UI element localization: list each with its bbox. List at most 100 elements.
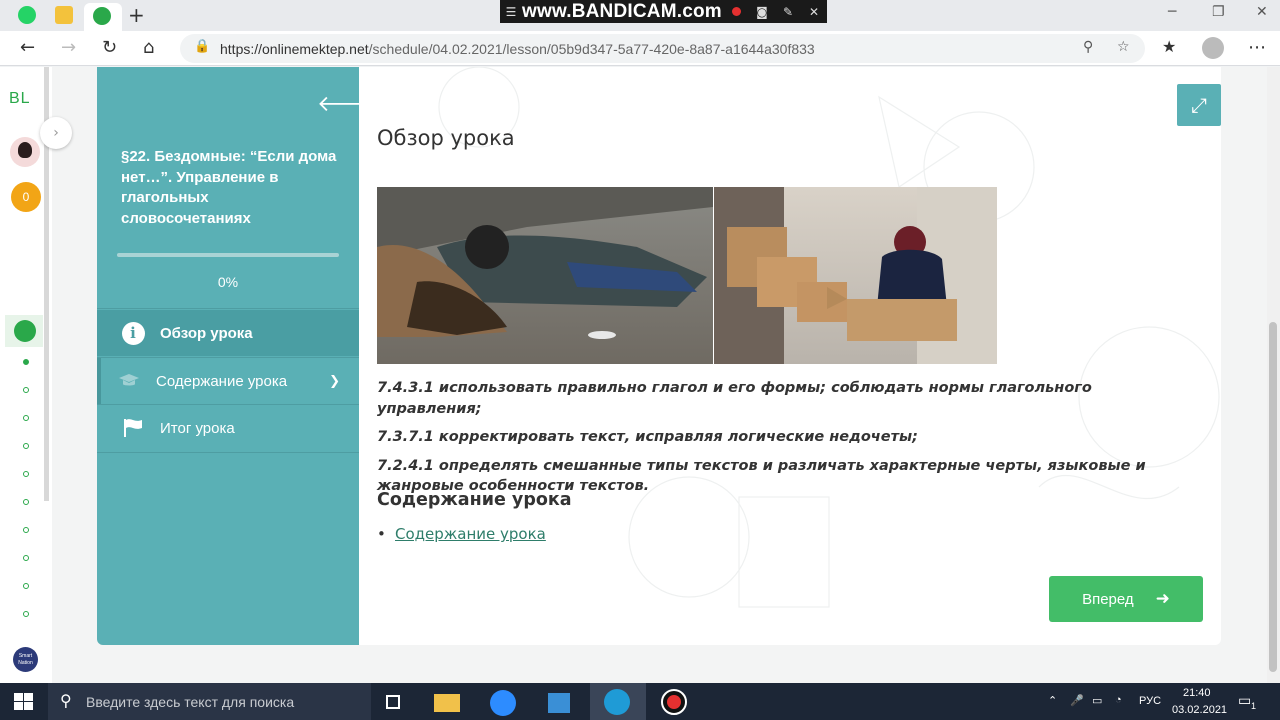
more-icon[interactable]: ⋯ [1248,37,1266,58]
browser-tab-strip: + ☰ www.BANDICAM.com ◙ ✎ ✕ ─ ❐ ✕ [0,0,1280,31]
left-rail: BL 0 Smart Nation [0,67,52,683]
objective-item: 7.4.3.1 использовать правильно глагол и … [377,380,1092,417]
rail-dot-8[interactable] [23,555,29,561]
lock-icon[interactable]: 🔒 [194,39,210,54]
content-link[interactable]: Содержание урока [395,525,546,543]
lesson-image-homeless [377,187,997,364]
url-text[interactable]: https://onlinemektep.net/schedule/04.02.… [220,41,815,57]
rail-dot-6[interactable] [23,499,29,505]
windows-start-icon[interactable] [14,693,34,711]
section-title: Обзор урока [377,126,515,150]
menu-icon[interactable]: ☰ [500,5,522,19]
rail-dot-7[interactable] [23,527,29,533]
rail-dot-3[interactable] [23,415,29,421]
bandicam-watermark: www.BANDICAM.com [522,0,722,22]
coins-badge[interactable]: 0 [11,182,41,212]
sidebar-item-label: Обзор урока [160,324,253,342]
progress-bar [117,253,339,257]
bandicam-recorder-bar: ☰ www.BANDICAM.com ◙ ✎ ✕ [500,0,827,23]
browser-toolbar: ← → ↻ ⌂ 🔒 https://onlinemektep.net/sched… [0,31,1280,66]
smart-nation-logo[interactable]: Smart Nation [13,647,38,672]
lesson-sidebar: 🡐 §22. Бездомные: “Если дома нет…”. Упра… [97,67,376,645]
sidebar-item-overview[interactable]: i Обзор урока [97,310,359,356]
rail-dot-9[interactable] [23,583,29,589]
camera-icon[interactable]: ◙ [749,5,775,19]
whatsapp-tab-icon[interactable] [18,6,36,24]
progress-label: 0% [217,274,239,290]
clock-date[interactable]: 03.02.2021 [1172,704,1227,716]
rail-dot-4[interactable] [23,443,29,449]
profile-avatar[interactable] [1202,37,1224,59]
rail-dot-5[interactable] [23,471,29,477]
divider [97,452,359,453]
sidebar-item-summary[interactable]: Итог урока [97,405,359,451]
shield-tab-icon[interactable] [55,6,73,24]
windows-taskbar: ⚲ Введите здесь текст для поиска ⌃ 🎤 ▭ ◔… [0,683,1280,720]
record-icon[interactable] [723,5,749,19]
rail-dot-10[interactable] [23,611,29,617]
task-view-icon[interactable] [374,688,412,716]
store-icon[interactable] [540,688,578,716]
rail-dot-2[interactable] [23,387,29,393]
objective-item: 7.3.7.1 корректировать текст, исправляя … [377,429,918,445]
bilimland-tab-icon [93,7,111,25]
minimize-icon[interactable]: ─ [1168,4,1176,20]
wifi-icon[interactable]: ◔ [1115,694,1122,706]
scrollbar-thumb[interactable] [1269,322,1277,672]
window-close-icon[interactable]: ✕ [1256,4,1268,20]
address-bar[interactable]: 🔒 https://onlinemektep.net/schedule/04.0… [180,34,1145,63]
restore-icon[interactable]: ❐ [1212,4,1225,20]
lesson-content: ⤢ Обзор урока 7.4.3.1 использовать прави… [359,67,1221,645]
bl-logo[interactable]: BL [9,90,31,108]
close-icon[interactable]: ✕ [801,5,827,19]
user-avatar[interactable] [10,137,40,167]
graduation-cap-icon [117,369,141,393]
forward-arrow-icon[interactable]: → [61,37,76,58]
reload-icon[interactable]: ↻ [102,37,117,58]
zoom-app-icon[interactable] [483,688,521,716]
fullscreen-expand-icon[interactable]: ⤢ [1177,84,1221,126]
edge-taskbar-active[interactable] [590,683,646,720]
bandicam-taskbar-icon[interactable] [655,688,693,716]
arrow-right-icon: ➜ [1155,589,1170,609]
add-favorite-icon[interactable]: ☆ [1117,39,1130,55]
microphone-icon[interactable]: 🎤 [1070,694,1084,707]
page-scrollbar[interactable] [1267,67,1280,683]
sidebar-item-label: Содержание урока [156,372,288,390]
page-viewport: BL 0 Smart Nation › 🡐 §22. Бездомные: “Е… [0,67,1280,683]
sidebar-item-label: Итог урока [160,419,235,437]
taskbar-search[interactable]: ⚲ Введите здесь текст для поиска [48,683,371,720]
pencil-icon[interactable]: ✎ [775,5,801,19]
taskbar-search-placeholder: Введите здесь текст для поиска [86,694,295,710]
rail-dot-1[interactable] [23,359,29,365]
tray-chevron-icon[interactable]: ⌃ [1048,694,1057,707]
next-button[interactable]: Вперед ➜ [1049,576,1203,622]
back-arrow-icon[interactable]: ← [20,37,35,58]
content-list: • Содержание урока [377,525,546,543]
content-heading: Содержание урока [377,490,572,510]
url-host: https://onlinemektep.net [220,41,369,57]
rail-expand-chevron-icon[interactable]: › [40,117,72,149]
file-explorer-icon[interactable] [427,688,465,716]
sidebar-item-content[interactable]: Содержание урока ❯ [97,358,359,404]
divider [97,308,359,309]
url-path: /schedule/04.02.2021/lesson/05b9d347-5a7… [368,41,815,57]
chevron-down-icon[interactable]: ❯ [329,374,340,389]
next-button-label: Вперед [1082,590,1134,608]
home-icon[interactable]: ⌂ [143,37,154,58]
clock-time[interactable]: 21:40 [1183,687,1211,699]
zoom-icon[interactable]: ⚲ [1083,39,1093,55]
learning-objectives: 7.4.3.1 использовать правильно глагол и … [377,378,1197,505]
lesson-title: §22. Бездомные: “Если дома нет…”. Управл… [121,148,337,227]
notification-count: 1 [1251,701,1257,711]
language-indicator[interactable]: РУС [1139,695,1161,707]
favorites-icon[interactable]: ★ [1162,37,1176,56]
active-tab[interactable] [84,3,122,31]
battery-icon[interactable]: ▭ [1092,694,1102,707]
online-mektep-icon[interactable] [5,315,43,347]
bullet-icon: • [377,525,386,543]
info-icon: i [121,321,145,345]
notification-icon[interactable]: ▭ [1238,692,1251,709]
search-icon: ⚲ [60,691,72,710]
new-tab-button[interactable]: + [128,4,145,26]
